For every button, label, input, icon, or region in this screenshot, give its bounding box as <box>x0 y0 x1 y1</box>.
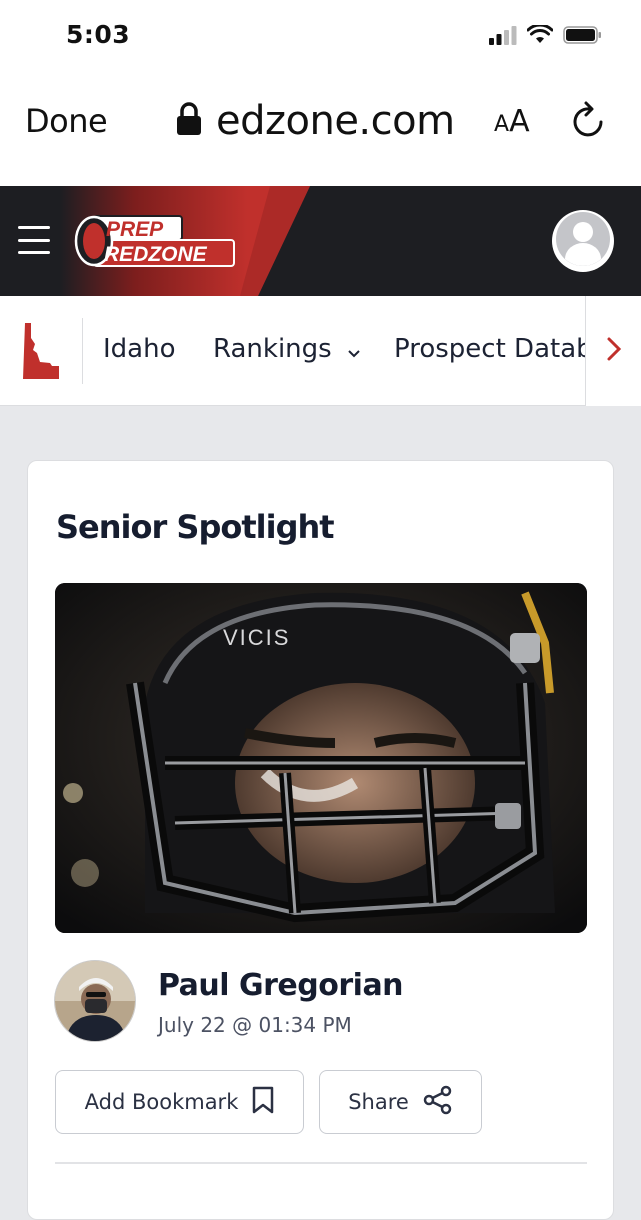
status-icons <box>489 23 603 50</box>
author-name[interactable]: Paul Gregorian <box>158 968 404 1003</box>
publish-date: July 22 @ 01:34 PM <box>158 1013 352 1037</box>
subnav-item-rankings-label: Rankings <box>213 334 332 364</box>
share-label: Share <box>348 1090 409 1114</box>
share-icon <box>423 1085 453 1120</box>
user-avatar-button[interactable] <box>552 210 614 272</box>
subnav-scroll-right-button[interactable] <box>585 296 641 406</box>
idaho-state-icon[interactable] <box>22 322 60 385</box>
status-time: 5:03 <box>66 20 131 49</box>
subnav-divider <box>82 318 83 384</box>
menu-icon-bar <box>18 226 50 229</box>
url-bar[interactable]: edzone.com <box>176 98 455 144</box>
chevron-down-icon <box>348 335 360 365</box>
add-bookmark-label: Add Bookmark <box>84 1090 239 1114</box>
card-divider <box>55 1162 587 1164</box>
wifi-icon <box>526 23 554 50</box>
logo-text-prep: PREP <box>106 218 164 241</box>
user-icon <box>555 211 611 272</box>
text-size-large-label: A <box>509 104 530 139</box>
subnav-item-idaho[interactable]: Idaho <box>103 334 176 364</box>
subnav-item-prospect-database[interactable]: Prospect Datab <box>394 334 593 364</box>
text-size-button[interactable]: AA <box>494 104 530 139</box>
reload-button[interactable] <box>570 100 608 145</box>
battery-icon <box>563 25 603 50</box>
prep-redzone-logo[interactable]: PREP REDZONE <box>74 210 238 272</box>
done-button[interactable]: Done <box>25 102 108 140</box>
author-avatar[interactable] <box>54 960 136 1042</box>
menu-button[interactable] <box>18 226 50 254</box>
logo-text-redzone: REDZONE <box>104 243 208 266</box>
lock-icon <box>176 101 202 141</box>
menu-icon-bar <box>18 251 50 254</box>
football-helmet-photo: VICIS <box>55 583 587 933</box>
chevron-right-icon <box>606 336 622 367</box>
text-size-small-label: A <box>494 112 510 137</box>
subnav-item-rankings[interactable]: Rankings <box>213 334 360 365</box>
article-title: Senior Spotlight <box>56 508 335 546</box>
article-hero-image: VICIS <box>55 583 587 933</box>
reload-icon <box>570 101 608 144</box>
signal-icon <box>489 25 517 50</box>
bookmark-icon <box>252 1086 274 1119</box>
add-bookmark-button[interactable]: Add Bookmark <box>55 1070 304 1134</box>
helmet-brand-text: VICIS <box>223 625 290 650</box>
menu-icon-bar <box>18 238 50 242</box>
url-text: edzone.com <box>216 98 455 144</box>
share-button[interactable]: Share <box>319 1070 482 1134</box>
